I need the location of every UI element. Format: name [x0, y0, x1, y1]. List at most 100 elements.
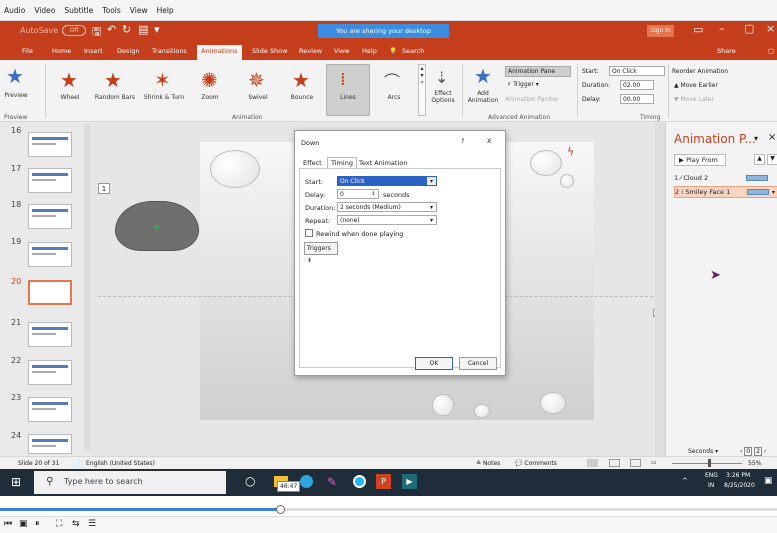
tab-home[interactable]: Home — [52, 47, 71, 55]
slide-thumbnail-24[interactable] — [28, 434, 72, 454]
app-icon[interactable] — [353, 475, 366, 488]
tray-language[interactable]: ENG — [705, 472, 718, 479]
duration-input[interactable]: 02.00 — [620, 80, 654, 90]
tray-chevron-icon[interactable]: ^ — [682, 477, 688, 485]
repeat-select[interactable]: (none) ▾ — [337, 215, 437, 225]
close-pane-icon[interactable]: × — [768, 132, 776, 143]
effect-zoom[interactable]: Zoom — [192, 94, 228, 101]
menu-help[interactable]: Help — [157, 6, 174, 15]
comments-button[interactable]: 💬 Comments — [515, 460, 557, 467]
wheel-icon[interactable]: ★ — [60, 70, 78, 90]
add-animation-icon[interactable]: ★ — [474, 66, 492, 86]
move-later-button[interactable]: ▼ Move Later — [674, 96, 714, 103]
animation-order-tag[interactable]: 1 — [98, 183, 110, 194]
arcs-icon[interactable]: ⌒ — [384, 72, 400, 92]
pane-options-icon[interactable]: ▾ — [754, 134, 758, 143]
zoom-slider[interactable] — [672, 463, 742, 464]
effect-wheel[interactable]: Wheel — [52, 94, 88, 101]
fullscreen-icon[interactable]: ⛶ — [56, 519, 62, 529]
slide-thumbnail-21[interactable] — [28, 322, 72, 347]
tab-view[interactable]: View — [334, 47, 349, 55]
tab-effect[interactable]: Effect — [303, 159, 322, 167]
notes-button[interactable]: ≙ Notes — [476, 460, 500, 467]
chevron-down-icon[interactable]: ▾ — [427, 203, 436, 211]
effect-random-bars[interactable]: Random Bars — [93, 94, 137, 101]
effect-lines[interactable]: Lines — [328, 94, 368, 101]
effect-lines-selected[interactable] — [326, 64, 370, 116]
delay-input[interactable]: 0 ⇕ — [337, 189, 379, 199]
tray-date[interactable]: 8/25/2020 — [724, 482, 755, 489]
reading-view-icon[interactable] — [630, 459, 641, 467]
quick-access-more-icon[interactable]: ▾ — [154, 23, 160, 36]
paint-icon[interactable]: ✎ — [327, 475, 337, 489]
start-select[interactable]: On Click — [609, 66, 665, 76]
animation-item-2[interactable]: 2 ⁞ Smiley Face 1 ▾ — [674, 186, 777, 198]
rewind-checkbox[interactable] — [305, 229, 313, 237]
menu-tools[interactable]: Tools — [102, 6, 120, 15]
menu-subtitle[interactable]: Subtitle — [64, 6, 93, 15]
preview-button[interactable]: Preview — [3, 92, 29, 99]
swivel-icon[interactable]: ✵ — [248, 70, 265, 90]
triggers-button[interactable]: Triggers ⇟ — [304, 242, 338, 264]
chevron-down-icon[interactable]: ▾ — [427, 216, 436, 224]
start-select[interactable]: On Click ▾ — [337, 176, 437, 186]
normal-view-icon[interactable] — [587, 459, 598, 467]
random-bars-icon[interactable]: ★ — [104, 70, 122, 90]
menu-video[interactable]: Video — [34, 6, 55, 15]
effect-shrink-turn[interactable]: Shrink & Turn — [140, 94, 188, 101]
zoom-level[interactable]: 55% — [748, 460, 761, 467]
editor-scrollbar[interactable] — [655, 122, 665, 456]
slide-thumbnail-16[interactable] — [28, 132, 72, 157]
animation-pane-button[interactable]: Animation Pane — [505, 66, 571, 77]
thumbnail-scrollbar[interactable] — [84, 124, 90, 450]
undo-icon[interactable]: ↶ — [107, 23, 116, 36]
slide-thumbnail-20[interactable] — [28, 280, 72, 305]
move-up-icon[interactable]: ▲ — [754, 154, 765, 165]
tab-animations[interactable]: Animations — [197, 45, 242, 60]
share-button[interactable]: Share — [717, 47, 736, 55]
cancel-button[interactable]: Cancel — [459, 357, 497, 370]
slide-thumbnail-17[interactable] — [28, 168, 72, 193]
effect-swivel[interactable]: Swivel — [240, 94, 276, 101]
tray-region[interactable]: IN — [708, 482, 714, 489]
minimize-icon[interactable]: – — [719, 22, 725, 35]
edge-icon[interactable] — [300, 475, 313, 488]
spelling-icon[interactable]: 📄 — [73, 460, 80, 467]
save-icon[interactable]: 🖫 — [92, 23, 101, 42]
trigger-button[interactable]: ⚡ Trigger ▾ — [507, 81, 539, 88]
effects-gallery-scroll[interactable]: ▴ ▾ ▿ — [418, 64, 426, 116]
effect-bounce[interactable]: Bounce — [284, 94, 320, 101]
seconds-dropdown[interactable]: Seconds ▾ — [688, 448, 718, 455]
powerpoint-icon[interactable]: P — [376, 474, 391, 489]
effect-options-icon[interactable]: ⇣ — [435, 68, 448, 88]
taskbar-search-box[interactable]: ⚲ Type here to search — [34, 471, 226, 494]
tab-text-animation[interactable]: Text Animation — [359, 159, 407, 167]
tab-search[interactable]: Search — [402, 47, 424, 55]
playlist-icon[interactable]: ☰ — [88, 519, 96, 529]
slide-thumbnail-19[interactable] — [28, 242, 72, 267]
tab-transitions[interactable]: Transitions — [152, 47, 187, 55]
animation-item-1[interactable]: 1 ⁄ Cloud 2 — [674, 172, 777, 184]
menu-audio[interactable]: Audio — [4, 6, 25, 15]
slide-thumbnail-18[interactable] — [28, 204, 72, 229]
progress-thumb[interactable] — [276, 505, 285, 514]
slideshow-icon[interactable]: ▭ — [651, 459, 657, 466]
duration-select[interactable]: 2 seconds (Medium) ▾ — [337, 202, 437, 212]
comments-icon[interactable]: ▢ — [768, 47, 774, 55]
animation-painter-button[interactable]: Animation Painter — [505, 96, 559, 103]
redo-icon[interactable]: ↻ — [122, 23, 131, 36]
tab-review[interactable]: Review — [299, 47, 322, 55]
ribbon-display-icon[interactable]: ▭ — [693, 23, 703, 36]
extended-settings-icon[interactable]: ⇆ — [72, 519, 80, 529]
move-down-icon[interactable]: ▼ — [767, 154, 777, 165]
shrink-turn-icon[interactable]: ✶ — [154, 70, 171, 90]
zoom-slider-thumb[interactable] — [708, 459, 711, 467]
slide-thumbnail-22[interactable] — [28, 360, 72, 385]
sign-in-button[interactable]: Sign in — [647, 25, 674, 37]
menu-view[interactable]: View — [130, 6, 148, 15]
tray-time[interactable]: 3:26 PM — [726, 472, 750, 479]
tab-file[interactable]: File — [22, 47, 33, 55]
task-view-icon[interactable]: ○ — [245, 474, 255, 488]
move-earlier-button[interactable]: ▲ Move Earlier — [674, 82, 718, 89]
add-animation-button[interactable]: Add Animation — [464, 90, 502, 104]
